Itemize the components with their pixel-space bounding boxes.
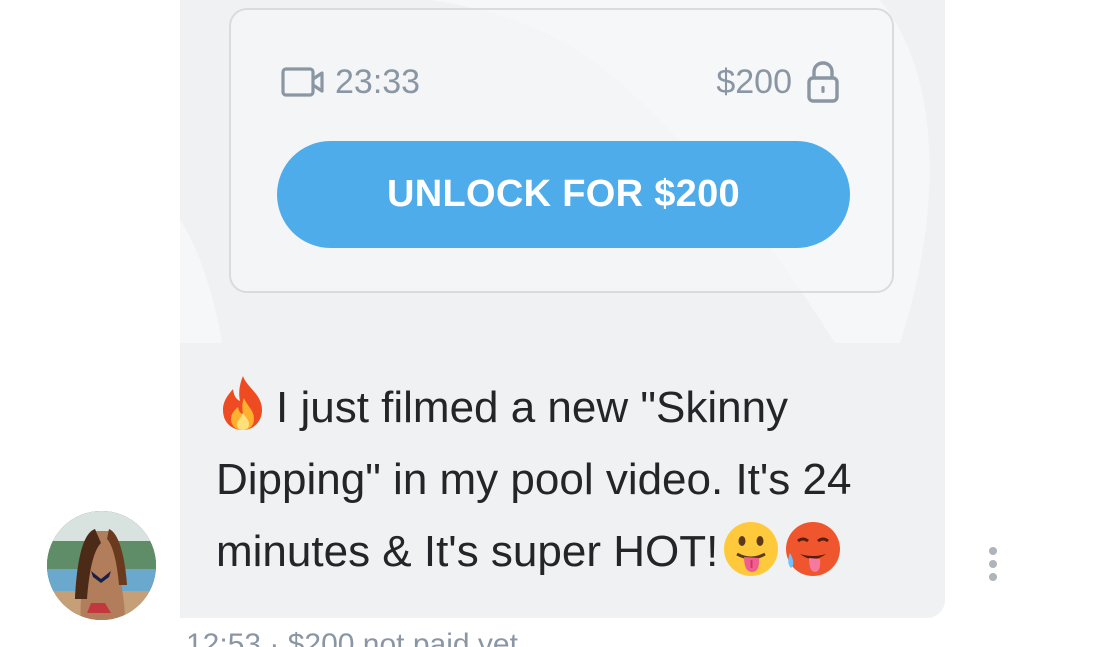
locked-media-preview: 23:33 $200 UNLOCK FOR $200 [180, 0, 945, 343]
unlock-button[interactable]: UNLOCK FOR $200 [277, 141, 850, 248]
message-bubble: 23:33 $200 UNLOCK FOR $200 I just filmed… [180, 0, 945, 618]
media-duration-group: 23:33 [281, 63, 420, 102]
chat-message-screen: 23:33 $200 UNLOCK FOR $200 I just filmed… [0, 0, 1097, 647]
video-camera-icon [281, 65, 325, 99]
media-price-group: $200 [716, 60, 840, 104]
more-options-button[interactable] [980, 545, 1006, 585]
media-price: $200 [716, 62, 792, 101]
lock-icon [806, 60, 840, 104]
message-text: I just filmed a new "Skinny Dipping" in … [216, 372, 916, 588]
sender-avatar[interactable] [47, 511, 156, 620]
media-info-row: 23:33 $200 [281, 60, 840, 104]
more-vertical-icon [989, 547, 997, 581]
tongue-emoji [722, 520, 780, 578]
message-meta: 12:53 · $200 not paid yet [186, 628, 518, 647]
media-duration: 23:33 [335, 62, 421, 101]
locked-media-card: 23:33 $200 UNLOCK FOR $200 [229, 8, 894, 293]
hot-face-emoji [784, 520, 842, 578]
fire-emoji [216, 374, 270, 432]
